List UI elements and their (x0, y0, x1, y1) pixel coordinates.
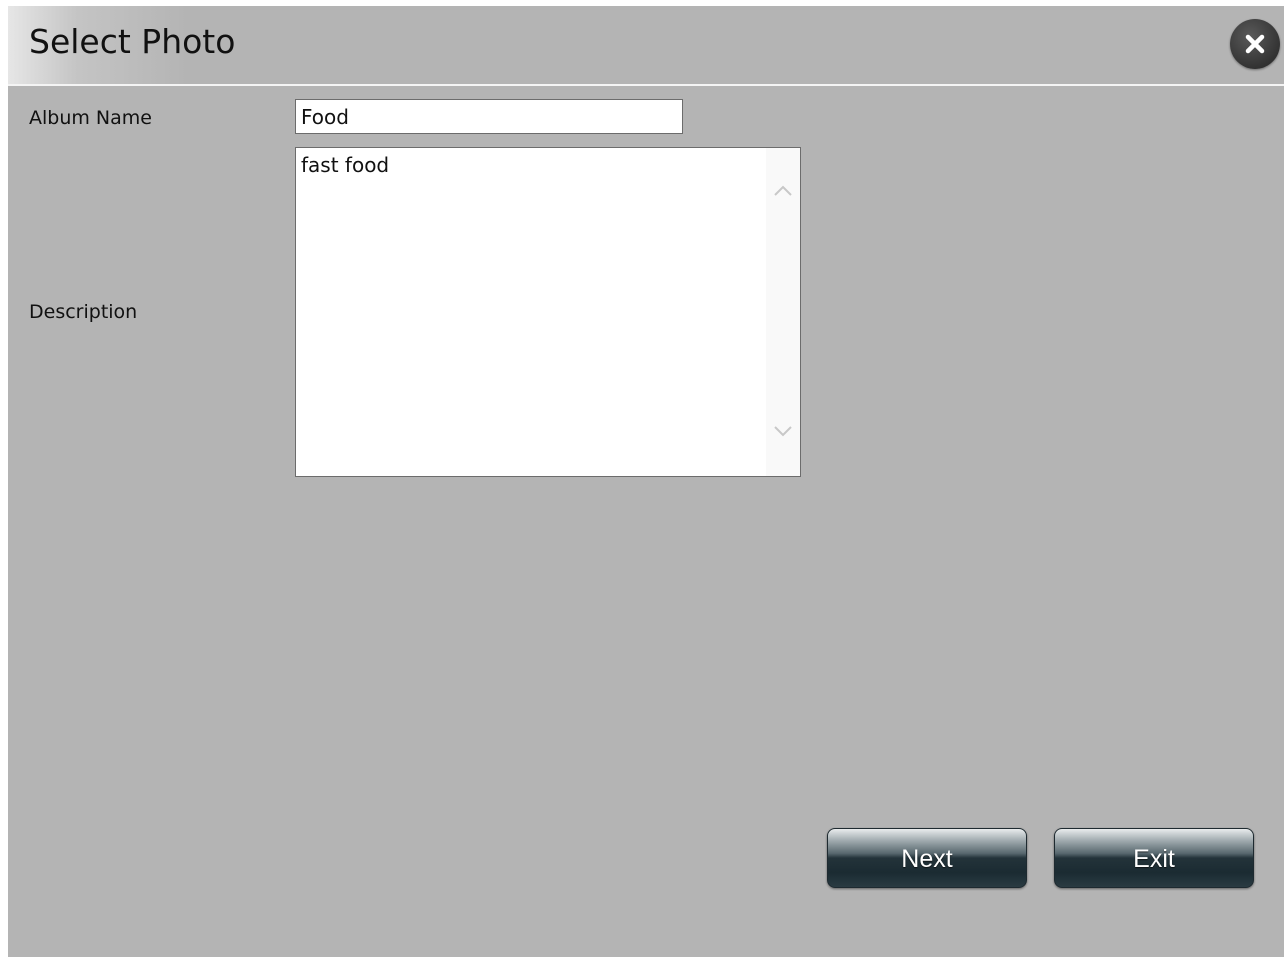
description-label: Description (29, 301, 138, 323)
exit-button[interactable]: Exit (1054, 828, 1254, 888)
dialog-title-bar: Select Photo (8, 6, 1284, 84)
description-text: fast food (301, 153, 390, 177)
next-button[interactable]: Next (827, 828, 1027, 888)
chevron-up-icon[interactable] (773, 184, 793, 198)
album-name-input[interactable] (295, 99, 683, 134)
close-icon (1245, 34, 1265, 54)
select-photo-dialog: Select Photo Album Name Description fast… (8, 6, 1284, 957)
dialog-title: Select Photo (29, 22, 236, 61)
chevron-down-icon[interactable] (773, 424, 793, 438)
description-textarea[interactable]: fast food (295, 147, 801, 477)
album-name-label: Album Name (29, 107, 152, 129)
close-button[interactable] (1230, 19, 1280, 69)
description-scrollbar[interactable] (766, 148, 800, 476)
title-divider (8, 84, 1284, 86)
